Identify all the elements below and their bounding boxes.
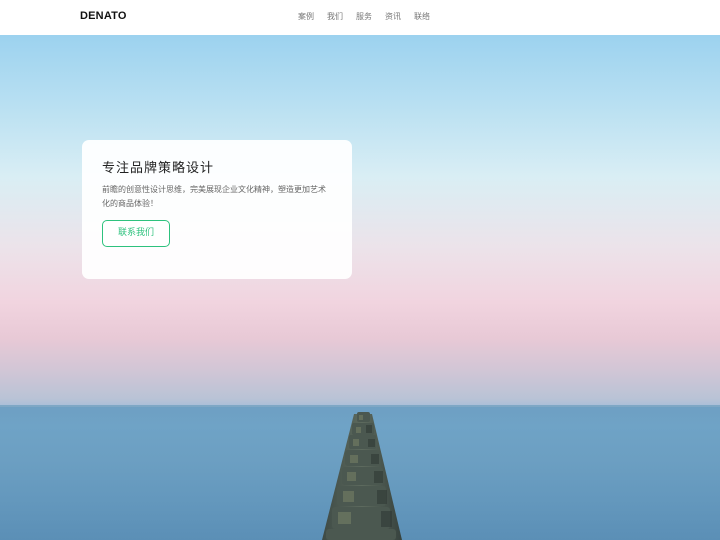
top-header: DENATO 案例 我们 服务 资讯 联络 [0, 0, 720, 35]
nav-item-about[interactable]: 我们 [327, 11, 343, 22]
hero-title: 专注品牌策略设计 [102, 161, 215, 176]
nav-item-services[interactable]: 服务 [356, 11, 372, 22]
hero-card: 专注品牌策略设计 前瞻的创意性设计思维，完美展现企业文化精神，塑造更加艺术化的商… [82, 140, 352, 279]
nav-item-cases[interactable]: 案例 [298, 11, 314, 22]
breakwater-image [322, 412, 402, 540]
hero-banner [0, 35, 720, 540]
site-logo[interactable]: DENATO [80, 10, 127, 22]
contact-us-button[interactable]: 联系我们 [102, 220, 170, 247]
hero-description: 前瞻的创意性设计思维，完美展现企业文化精神，塑造更加艺术化的商品体验！ [102, 185, 326, 208]
nav-item-news[interactable]: 资讯 [385, 11, 401, 22]
nav-item-contact[interactable]: 联络 [414, 11, 430, 22]
main-nav: 案例 我们 服务 资讯 联络 [298, 11, 430, 22]
